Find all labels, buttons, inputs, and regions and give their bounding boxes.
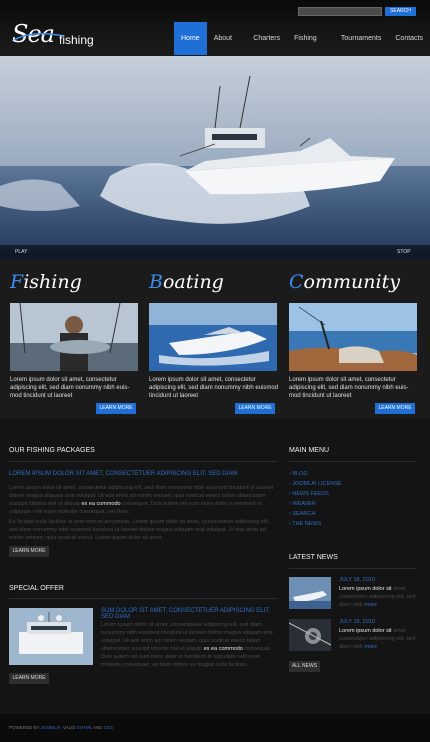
special-offer-image — [9, 608, 93, 665]
hero-boat-image — [0, 75, 430, 259]
footer-css-link[interactable]: CSS — [104, 725, 113, 730]
news-date-2: JULY 18, 2010 — [339, 619, 375, 625]
community-learn-more-button[interactable]: LEARN MORE — [375, 403, 415, 414]
fishing-learn-more-button[interactable]: LEARN MORE — [96, 403, 136, 414]
special-offer-divider — [9, 598, 278, 599]
packages-title: OUR FISHING PACKAGES — [9, 447, 95, 454]
packages-paragraph-1: Lorem ipsum dolor sit amet, consectetur … — [9, 485, 274, 515]
search-input[interactable] — [298, 7, 382, 16]
fishing-title: Fishing — [10, 271, 82, 293]
community-title: Community — [289, 271, 400, 293]
special-offer-learn-more-button[interactable]: LEARN MORE — [9, 673, 49, 684]
packages-inline-link[interactable]: ex ea commodo — [81, 501, 120, 507]
menu-item-joomla-license[interactable]: › JOOMLA! LICENSE — [289, 481, 342, 487]
footer-credits: POWERED BY JOOMLA!. VALID XHTML AND CSS — [9, 725, 114, 730]
news-more-link-2[interactable]: more — [364, 644, 377, 650]
hero-controls — [0, 245, 430, 259]
menu-item-the-news[interactable]: › THE NEWS — [289, 521, 321, 527]
menu-item-blog[interactable]: › BLOG — [289, 471, 308, 477]
fishing-text: Lorem ipsum dolor sit amet, consectetur … — [10, 377, 130, 399]
menu-item-weaver[interactable]: › WEAVER — [289, 501, 316, 507]
news-text-1: Lorem ipsum dolor sit amet, consectetur … — [339, 586, 416, 608]
packages-divider — [9, 461, 278, 462]
news-more-link-1[interactable]: more — [364, 602, 377, 608]
play-button[interactable]: PLAY — [15, 249, 27, 255]
special-offer-title: SPECIAL OFFER — [9, 585, 64, 592]
boating-title: Boating — [149, 271, 224, 293]
search-button[interactable]: SEARCH — [385, 7, 416, 16]
nav-item-charters[interactable]: Charters — [246, 22, 287, 55]
packages-subhead[interactable]: LOREM IPSUM DOLOR SIT AMET, CONSECTETUER… — [9, 471, 278, 477]
special-offer-text: Lorem ipsum dolor sit amet, consectetuer… — [101, 622, 273, 668]
footer-xhtml-link[interactable]: XHTML — [77, 725, 92, 730]
nav-item-fishing-tips[interactable]: Fishing tips — [287, 22, 334, 75]
packages-learn-more-button[interactable]: LEARN MORE — [9, 546, 49, 557]
main-menu-divider — [289, 461, 417, 462]
news-thumb-1[interactable] — [289, 577, 331, 609]
nav-item-home[interactable]: Home — [174, 22, 207, 55]
latest-news-divider — [289, 568, 417, 569]
nav-item-about-us[interactable]: About us — [207, 22, 247, 75]
footer-joomla-link[interactable]: JOOMLA! — [41, 725, 61, 730]
nav-item-contacts[interactable]: Contacts — [388, 22, 430, 55]
logo-fishing-text: fishing — [59, 33, 94, 47]
main-nav: Home About us Charters Fishing tips Tour… — [174, 22, 430, 75]
boating-image — [149, 303, 277, 371]
special-offer-subhead[interactable]: SUM DOLOR SIT AMET, CONSECTETUER ADIPISC… — [101, 608, 278, 620]
hero-slideshow — [0, 56, 430, 259]
news-date-1: JULY 18, 2010 — [339, 577, 375, 583]
news-text-2: Lorem ipsum dolor sit amet, consectetur … — [339, 628, 416, 650]
nav-item-tournaments[interactable]: Tournaments — [334, 22, 388, 55]
boating-text: Lorem ipsum dolor sit amet, consectetur … — [149, 377, 279, 399]
menu-item-news-feeds[interactable]: › NEWS FEEDS — [289, 491, 329, 497]
news-thumb-2[interactable] — [288, 619, 332, 651]
latest-news-title: LATEST NEWS — [289, 554, 338, 561]
community-text: Lorem ipsum dolor sit amet, consectetur … — [289, 377, 409, 399]
boating-learn-more-button[interactable]: LEARN MORE — [235, 403, 275, 414]
menu-item-search[interactable]: › SEARCH — [289, 511, 315, 517]
community-image — [289, 303, 417, 371]
site-logo[interactable]: Sea fishing — [12, 20, 112, 54]
main-menu-title: MAIN MENU — [289, 447, 330, 454]
packages-paragraph-2: Eu feugiat nulla facilisis at vero eros … — [9, 519, 270, 541]
special-offer-inline-link[interactable]: ex ea commodo — [204, 646, 243, 652]
all-news-button[interactable]: ALL NEWS — [289, 661, 320, 672]
stop-button[interactable]: STOP — [397, 249, 411, 255]
fishing-image — [10, 303, 138, 371]
